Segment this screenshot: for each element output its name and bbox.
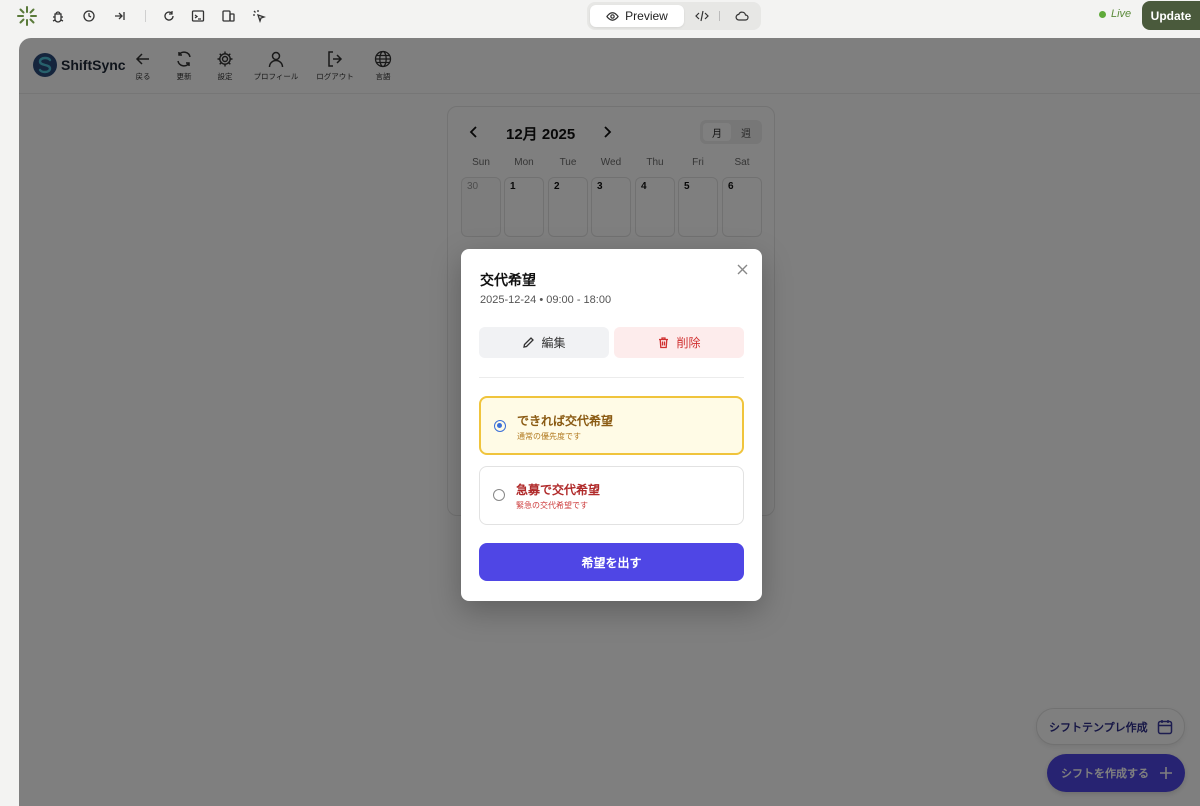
swap-request-modal: 交代希望 2025-12-24 • 09:00 - 18:00 編集 削除 でき…	[461, 249, 762, 601]
toggle-divider	[719, 11, 720, 21]
reload-icon[interactable]	[160, 7, 178, 25]
app-logo-icon[interactable]	[16, 5, 38, 27]
live-status: Live	[1099, 8, 1131, 20]
terminal-icon[interactable]	[189, 7, 207, 25]
option-normal-priority[interactable]: できれば交代希望 通常の優先度です	[479, 396, 744, 455]
live-dot-icon	[1099, 10, 1106, 18]
option-description: 緊急の交代希望です	[516, 501, 588, 510]
collapse-right-icon[interactable]	[111, 7, 129, 25]
modal-title: 交代希望	[480, 273, 536, 289]
close-icon[interactable]	[735, 262, 749, 276]
trash-icon	[659, 337, 669, 349]
cloud-icon[interactable]	[731, 6, 753, 26]
option-title: 急募で交代希望	[516, 483, 601, 497]
edit-button[interactable]: 編集	[479, 327, 609, 358]
toolbar-divider	[145, 10, 146, 22]
option-title: できれば交代希望	[517, 414, 614, 428]
view-mode-toggle: Preview	[587, 2, 761, 30]
cursor-select-icon[interactable]	[250, 7, 268, 25]
edit-label: 編集	[541, 336, 566, 350]
code-icon[interactable]	[691, 6, 713, 26]
editor-toolbar: Preview Live Update	[0, 0, 1200, 32]
modal-divider	[479, 377, 744, 378]
option-description: 通常の優先度です	[517, 432, 581, 441]
live-label: Live	[1111, 8, 1132, 20]
update-button[interactable]: Update	[1142, 1, 1200, 30]
preview-label: Preview	[625, 9, 668, 23]
eye-icon	[606, 11, 619, 21]
radio-unselected[interactable]	[493, 489, 505, 501]
app-preview-frame: ShiftSync 戻る 更新 設定 プロフィール ログアウト 言語	[19, 38, 1200, 806]
shift-datetime: 2025-12-24 • 09:00 - 18:00	[480, 294, 612, 306]
submit-request-button[interactable]: 希望を出す	[479, 543, 744, 581]
bug-icon[interactable]	[49, 7, 67, 25]
delete-button[interactable]: 削除	[614, 327, 744, 358]
radio-selected[interactable]	[494, 420, 506, 432]
option-urgent-priority[interactable]: 急募で交代希望 緊急の交代希望です	[479, 466, 744, 525]
history-icon[interactable]	[80, 7, 98, 25]
pencil-icon	[523, 337, 535, 348]
delete-label: 削除	[676, 336, 701, 350]
devices-icon[interactable]	[219, 7, 237, 25]
preview-tab[interactable]: Preview	[590, 5, 684, 27]
